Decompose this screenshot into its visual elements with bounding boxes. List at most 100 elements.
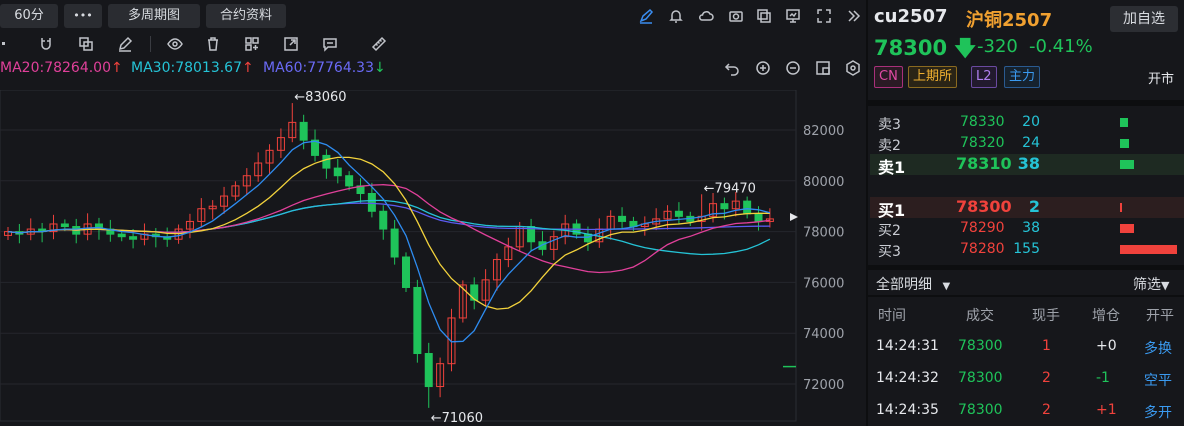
candle-body — [60, 223, 69, 228]
ma5-line — [7, 140, 771, 343]
ask-volume: 24 — [1022, 135, 1040, 151]
ruler-icon[interactable] — [369, 34, 389, 54]
trade-price: 78300 — [958, 338, 1003, 354]
fit-icon[interactable] — [813, 58, 833, 78]
section-divider — [868, 100, 1184, 106]
trade-time: 14:24:32 — [876, 370, 939, 386]
more-button[interactable]: ••• — [64, 4, 102, 28]
trade-row[interactable]: 14:24:31 78300 1 +0 多换 — [870, 330, 1184, 362]
export-icon[interactable] — [281, 34, 301, 54]
local-high-label: ←79470 — [704, 181, 756, 196]
zoom-in-icon[interactable] — [753, 58, 773, 78]
pencil-icon[interactable] — [115, 34, 135, 54]
bid-volume: 155 — [1013, 241, 1040, 257]
panel-divider — [866, 0, 868, 426]
ask-row[interactable]: 卖3 78330 20 — [870, 112, 1184, 133]
bid-depth-bar — [1120, 245, 1177, 254]
main-contract-tag: 主力 — [1004, 66, 1041, 88]
candle-body — [367, 193, 376, 212]
trash-icon[interactable] — [203, 34, 223, 54]
candle-body — [299, 121, 308, 141]
monitor-icon[interactable] — [783, 6, 803, 26]
ask-price: 78310 — [956, 154, 1012, 173]
layers-icon[interactable] — [76, 34, 96, 54]
ask-volume: 38 — [1017, 154, 1040, 173]
bid-label: 买2 — [878, 223, 901, 239]
bid-price: 78290 — [960, 220, 1005, 236]
trade-time: 14:24:31 — [876, 338, 939, 354]
last-price: 78300 🡇 — [874, 36, 976, 60]
bid-depth-bar — [1120, 203, 1122, 212]
bid-volume: 38 — [1022, 220, 1040, 236]
draw-pen-icon[interactable] — [636, 6, 656, 26]
ask-label: 卖3 — [878, 117, 901, 133]
camera-icon[interactable] — [726, 6, 746, 26]
y-tick-label: 72000 — [803, 378, 844, 393]
collapse-panel-icon[interactable] — [843, 6, 863, 26]
bid-depth-bar — [1120, 224, 1134, 233]
copy-icon[interactable] — [754, 6, 774, 26]
down-arrow-icon: 🡇 — [954, 36, 976, 60]
price-change: -320 — [977, 36, 1018, 57]
cn-tag: CN — [874, 66, 903, 88]
eye-icon[interactable] — [165, 34, 185, 54]
symbol-name: 沪铜2507 — [966, 10, 1053, 31]
candle-body — [618, 215, 627, 222]
section-divider — [868, 265, 1184, 270]
filter-button[interactable]: 筛选▼ — [1133, 274, 1169, 294]
ask-row[interactable]: 卖2 78320 24 — [870, 133, 1184, 154]
ask-price: 78320 — [960, 135, 1005, 151]
trading-app: 60分 ••• 多周期图 合约资料 MA20:78264.00↑ MA30:78… — [0, 0, 1184, 426]
price-change-pct: -0.41% — [1029, 36, 1093, 57]
bell-icon[interactable] — [666, 6, 686, 26]
ask-depth-bar — [1120, 139, 1129, 148]
trade-header-cell: 成交 — [966, 308, 994, 324]
trade-header-cell: 时间 — [878, 308, 906, 324]
ask-label: 卖2 — [878, 138, 901, 154]
ask-label: 卖1 — [878, 158, 906, 177]
trade-type: 空平 — [1144, 373, 1172, 389]
grid-icon[interactable] — [242, 34, 262, 54]
contract-info-button[interactable]: 合约资料 — [206, 4, 286, 28]
funnel-icon: ▼ — [1161, 279, 1170, 292]
trade-qty: 1 — [1042, 338, 1051, 354]
magnet-icon[interactable] — [36, 34, 56, 54]
bid-volume: 2 — [1028, 197, 1040, 216]
bid-row[interactable]: 买2 78290 38 — [870, 218, 1184, 239]
y-tick-label: 80000 — [803, 175, 844, 190]
ask-row[interactable]: 卖1 78310 38 — [870, 154, 1184, 177]
bid-row[interactable]: 买1 78300 2 — [870, 197, 1184, 220]
current-price-marker — [790, 212, 798, 221]
trade-header-cell: 现手 — [1032, 308, 1060, 324]
candle-body — [322, 154, 331, 169]
trade-filter-dropdown[interactable]: 全部明细 ▼ — [876, 274, 950, 294]
settings-icon[interactable] — [843, 58, 863, 78]
multi-period-button[interactable]: 多周期图 — [108, 4, 200, 28]
add-watchlist-button[interactable]: 加自选 — [1110, 6, 1178, 32]
toolbar-separator — [150, 36, 151, 52]
candlestick-chart[interactable]: 82000 80000 78000 76000 74000 72000 ←83060 ←710… — [0, 90, 866, 426]
caret-down-icon: ▼ — [942, 281, 951, 292]
high-label: ←83060 — [294, 90, 346, 105]
trade-row[interactable]: 14:24:35 78300 2 +1 多开 — [870, 394, 1184, 426]
trade-type: 多换 — [1144, 341, 1172, 357]
fullscreen-icon[interactable] — [814, 6, 834, 26]
bid-row[interactable]: 买3 78280 155 — [870, 239, 1184, 260]
ma20-legend: MA20:78264.00↑ — [0, 60, 123, 76]
ask-depth-bar — [1120, 118, 1128, 127]
trade-oi-change: +1 — [1096, 402, 1117, 418]
undo-icon[interactable] — [722, 58, 742, 78]
symbol-code: cu2507 — [874, 6, 948, 27]
candle-body — [117, 233, 126, 238]
comment-icon[interactable] — [320, 34, 340, 54]
candle-body — [390, 228, 399, 258]
zoom-out-icon[interactable] — [783, 58, 803, 78]
trade-price: 78300 — [958, 370, 1003, 386]
y-tick-label: 78000 — [803, 226, 844, 241]
candle-body — [470, 284, 479, 301]
candle-body — [674, 210, 683, 217]
trade-row[interactable]: 14:24:32 78300 2 -1 空平 — [870, 362, 1184, 394]
period-select-button[interactable]: 60分 — [0, 4, 58, 28]
cloud-icon[interactable] — [696, 6, 716, 26]
candle-body — [743, 200, 752, 215]
